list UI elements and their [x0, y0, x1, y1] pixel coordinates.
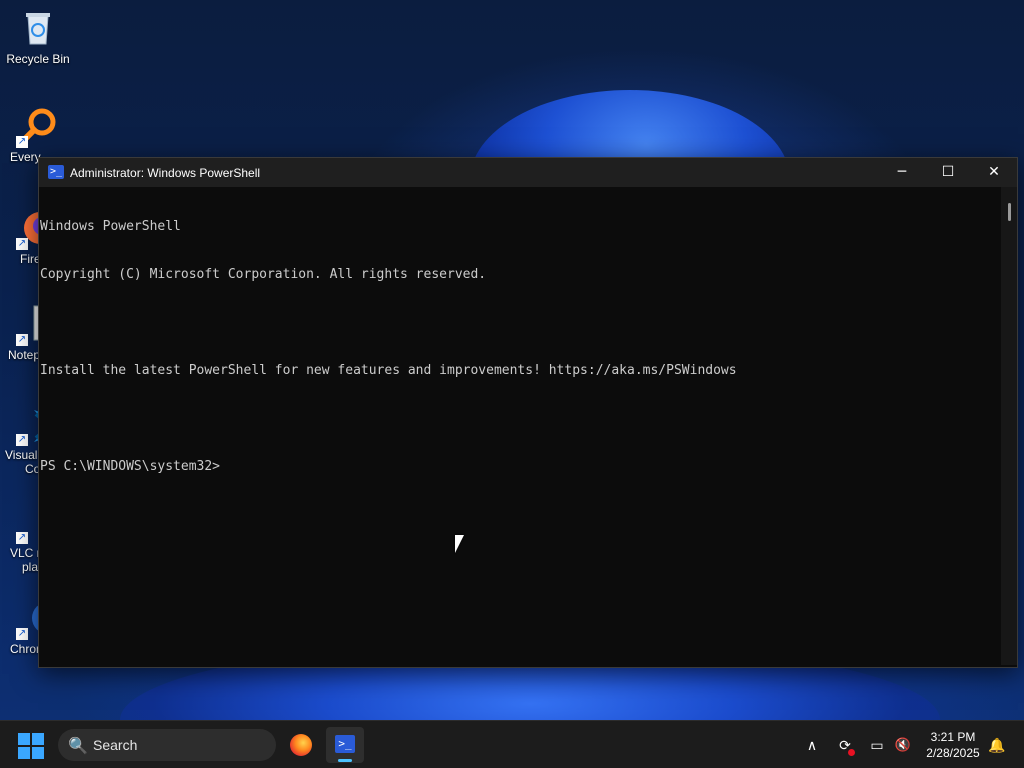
console-prompt[interactable]: PS C:\WINDOWS\system32> [40, 459, 1002, 475]
taskbar: 🔍 Search >_ ∧ ⟳ ▭ 🔇 3:21 PM 2/28/2025 🔔 [0, 720, 1024, 768]
console-scrollbar[interactable] [1001, 187, 1017, 665]
console-output[interactable]: Windows PowerShell Copyright (C) Microso… [39, 187, 1002, 665]
close-button[interactable]: ✕ [971, 158, 1017, 187]
console-line: Install the latest PowerShell for new fe… [40, 363, 737, 378]
search-label: Search [93, 737, 138, 753]
powershell-icon: >_ [335, 735, 355, 753]
taskbar-firefox[interactable] [282, 727, 320, 763]
volume-muted-icon[interactable]: 🔇 [890, 721, 916, 768]
shortcut-arrow-icon: ↗ [16, 238, 28, 250]
console-line: Copyright (C) Microsoft Corporation. All… [40, 267, 487, 282]
clock-date: 2/28/2025 [926, 746, 980, 760]
notification-bell-icon[interactable]: 🔔 [984, 721, 1010, 768]
window-title: Administrator: Windows PowerShell [70, 166, 261, 180]
error-badge [848, 749, 855, 756]
network-icon[interactable]: ▭ [864, 721, 890, 768]
start-button[interactable] [18, 733, 44, 759]
shortcut-arrow-icon: ↗ [16, 628, 28, 640]
desktop-icon-recycle-bin[interactable]: Recycle Bin [0, 8, 76, 66]
clock-time: 3:21 PM [930, 730, 976, 744]
window-titlebar[interactable]: >_ Administrator: Windows PowerShell ─ ☐… [39, 158, 1017, 187]
search-icon: 🔍 [68, 738, 88, 755]
console-line: Windows PowerShell [40, 219, 181, 234]
tray-overflow-chevron-icon[interactable]: ∧ [800, 721, 824, 768]
taskbar-clock[interactable]: 3:21 PM 2/28/2025 [918, 729, 988, 761]
powershell-window[interactable]: >_ Administrator: Windows PowerShell ─ ☐… [38, 157, 1018, 668]
shortcut-arrow-icon: ↗ [16, 334, 28, 346]
mouse-pointer-icon [455, 535, 464, 553]
powershell-icon: >_ [48, 165, 64, 179]
minimize-button[interactable]: ─ [879, 158, 925, 187]
windows-logo-tile [18, 733, 30, 745]
windows-logo-tile [32, 747, 44, 759]
windows-logo-tile [32, 733, 44, 745]
windows-logo-tile [18, 747, 30, 759]
shortcut-arrow-icon: ↗ [16, 532, 28, 544]
taskbar-search-box[interactable]: 🔍 Search [58, 729, 276, 761]
shortcut-arrow-icon: ↗ [16, 434, 28, 446]
desktop-icon-label: Recycle Bin [6, 52, 70, 66]
sync-icon[interactable]: ⟳ [832, 721, 858, 768]
desktop-icon-everything[interactable]: ↗ Every [0, 106, 76, 164]
everything-search-icon: ↗ [16, 106, 58, 148]
maximize-button[interactable]: ☐ [925, 158, 971, 187]
active-app-indicator [338, 759, 352, 762]
recycle-bin-icon [18, 8, 58, 48]
firefox-icon [290, 734, 312, 756]
taskbar-powershell[interactable]: >_ [326, 727, 364, 763]
shortcut-arrow-icon: ↗ [16, 136, 28, 148]
scrollbar-thumb[interactable] [1008, 203, 1011, 221]
